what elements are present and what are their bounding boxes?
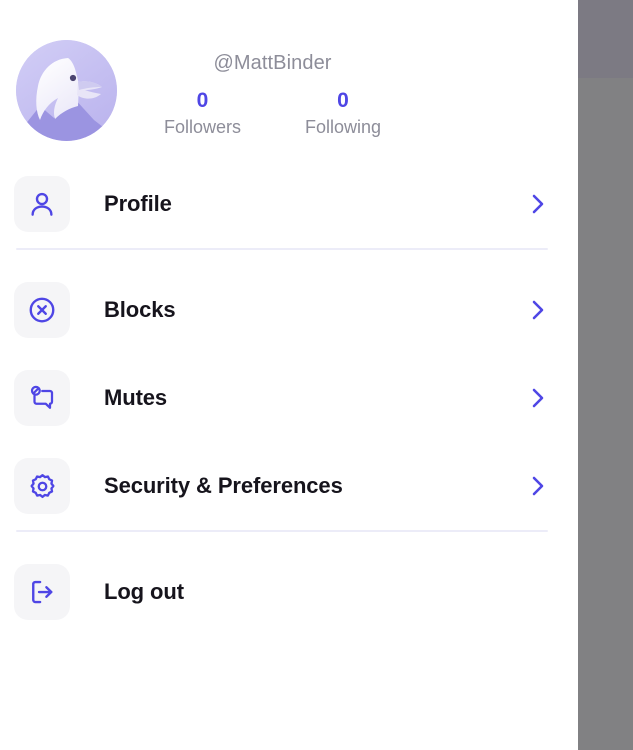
menu-item-label: Log out xyxy=(104,579,184,604)
account-handle: @MattBinder xyxy=(213,52,332,74)
mutes-icon-tile xyxy=(14,370,70,426)
chevron-right-icon xyxy=(528,297,548,323)
security-icon-tile xyxy=(14,458,70,514)
following-count: 0 xyxy=(337,89,349,112)
account-drawer: @MattBinder 0 Followers 0 Following Prof… xyxy=(0,0,578,750)
menu-item-label: Profile xyxy=(104,191,172,216)
profile-icon-tile xyxy=(14,176,70,232)
chevron-right-icon xyxy=(528,473,548,499)
menu-item-profile[interactable]: Profile xyxy=(0,160,578,248)
blocks-icon-tile xyxy=(14,282,70,338)
logout-icon xyxy=(32,580,53,604)
person-icon xyxy=(31,192,53,216)
stat-following[interactable]: 0 Following xyxy=(305,89,381,138)
account-header: @MattBinder 0 Followers 0 Following xyxy=(0,0,578,160)
speech-bubble-mute-icon xyxy=(30,385,54,409)
followers-label: Followers xyxy=(163,117,241,138)
stat-followers[interactable]: 0 Followers xyxy=(164,89,241,138)
menu-item-logout[interactable]: Log out xyxy=(0,548,578,636)
chevron-right-icon xyxy=(528,385,548,411)
avatar[interactable] xyxy=(16,40,117,141)
chevron-right-icon xyxy=(528,191,548,217)
account-info: @MattBinder 0 Followers 0 Following xyxy=(117,40,578,138)
followers-count: 0 xyxy=(196,89,209,112)
menu-item-blocks[interactable]: Blocks xyxy=(0,266,578,354)
gear-icon xyxy=(29,473,55,498)
menu-item-label: Security & Preferences xyxy=(104,473,343,498)
menu-item-mutes[interactable]: Mutes xyxy=(0,354,578,442)
circle-x-icon xyxy=(29,297,55,323)
menu-item-security-preferences[interactable]: Security & Preferences xyxy=(0,442,578,530)
menu-item-label: Blocks xyxy=(104,297,176,322)
following-label: Following xyxy=(304,117,382,138)
menu-item-label: Mutes xyxy=(104,385,168,410)
account-stats: 0 Followers 0 Following xyxy=(164,89,381,138)
eagle-avatar-icon xyxy=(16,40,117,141)
logout-icon-tile xyxy=(14,564,70,620)
